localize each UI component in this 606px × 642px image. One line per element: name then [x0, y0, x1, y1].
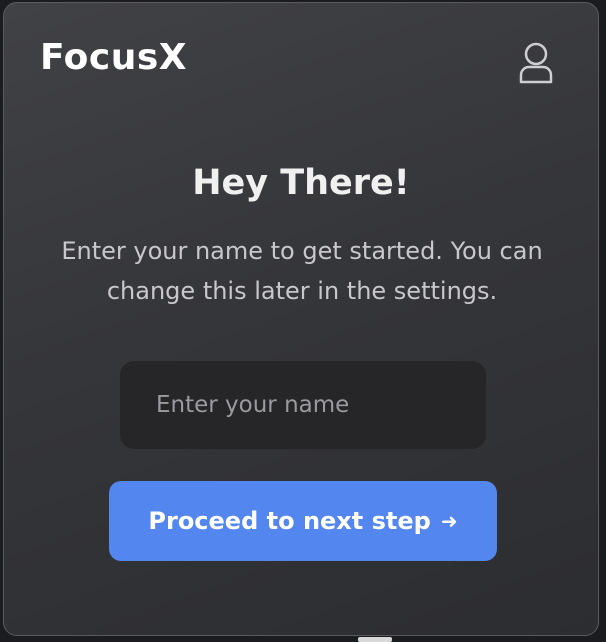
app-window: FocusX Hey There! Enter your name to get…: [3, 2, 599, 636]
proceed-button-label: Proceed to next step: [148, 507, 431, 535]
page-title: Hey There!: [192, 163, 410, 203]
header: FocusX: [4, 3, 598, 113]
name-input[interactable]: [120, 361, 486, 449]
proceed-button[interactable]: Proceed to next step ➜: [109, 481, 497, 561]
resize-handle[interactable]: [358, 637, 392, 642]
profile-button[interactable]: [518, 41, 554, 85]
arrow-right-icon: ➜: [440, 509, 458, 533]
app-brand: FocusX: [40, 37, 188, 78]
user-icon: [519, 42, 553, 84]
page-subtitle: Enter your name to get started. You can …: [61, 237, 543, 305]
